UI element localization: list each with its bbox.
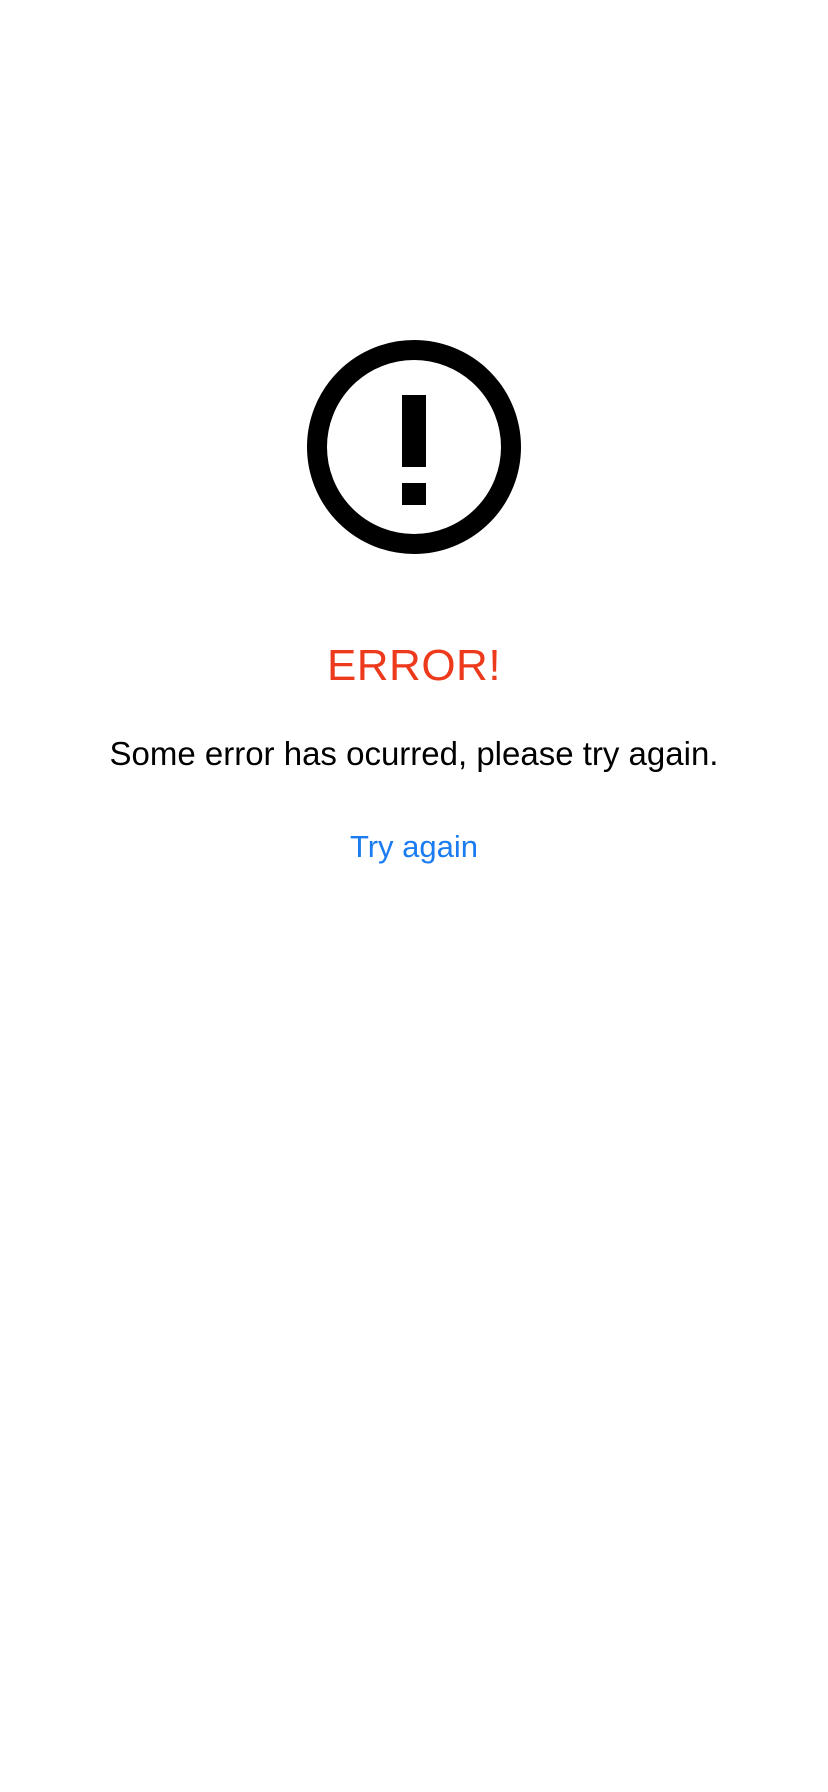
error-title: ERROR! xyxy=(326,641,502,690)
error-message: Some error has ocurred, please try again… xyxy=(109,735,719,772)
try-again-button[interactable]: Try again xyxy=(314,822,514,872)
error-screen: ERROR! Some error has ocurred, please tr… xyxy=(0,0,828,1792)
exclamation-circle-icon xyxy=(306,339,522,555)
